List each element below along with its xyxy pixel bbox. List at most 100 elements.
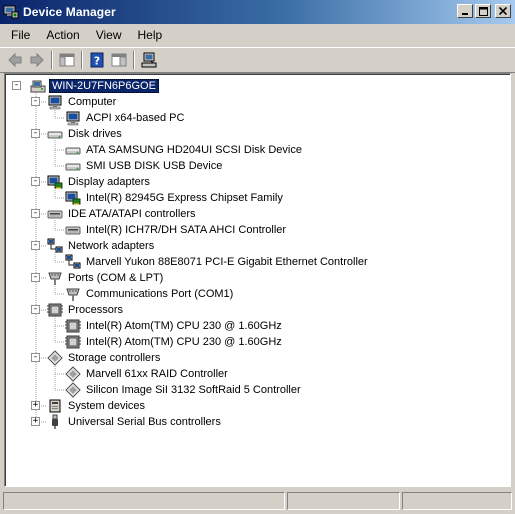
properties-button[interactable] bbox=[108, 50, 130, 70]
tree-item-label: Processors bbox=[68, 304, 124, 316]
back-button[interactable] bbox=[4, 50, 26, 70]
storage-controller-icon bbox=[65, 366, 81, 382]
tree-category-disk-drives[interactable]: Disk drives bbox=[47, 126, 124, 142]
menu-help[interactable]: Help bbox=[130, 28, 171, 42]
help-icon: ? bbox=[90, 52, 104, 68]
tree-root-label: WIN-2U7FN6P6GOE bbox=[49, 79, 159, 93]
tree-device-ata-samsung-hd204ui-scsi-disk-device[interactable]: ATA SAMSUNG HD204UI SCSI Disk Device bbox=[65, 142, 304, 158]
ide-controller-icon bbox=[65, 226, 81, 235]
tree-category-ide-ata-atapi-controllers[interactable]: IDE ATA/ATAPI controllers bbox=[47, 206, 198, 222]
tree-device-communications-port-com1[interactable]: Communications Port (COM1) bbox=[65, 286, 235, 302]
tree-category-system-devices[interactable]: System devices bbox=[47, 398, 147, 414]
tree-item-label: Computer bbox=[68, 96, 117, 108]
forward-button[interactable] bbox=[26, 50, 48, 70]
tree-item-label: SMI USB DISK USB Device bbox=[86, 160, 223, 172]
tree-category-display-adapters[interactable]: Display adapters bbox=[47, 174, 152, 190]
scan-hardware-changes-button[interactable] bbox=[138, 50, 160, 70]
collapse-toggle[interactable]: - bbox=[31, 209, 40, 218]
collapse-toggle[interactable]: - bbox=[31, 305, 40, 314]
status-pane-2 bbox=[286, 492, 401, 510]
tree-item-label: ACPI x64-based PC bbox=[86, 112, 185, 124]
processor-icon bbox=[47, 303, 63, 317]
device-tree[interactable]: - WIN-2U7FN6P6GOE - Computer ACPI x64-based … bbox=[4, 73, 511, 487]
menu-view[interactable]: View bbox=[88, 28, 130, 42]
tree-device-intel-r-atom-tm-cpu-230-1-60ghz[interactable]: Intel(R) Atom(TM) CPU 230 @ 1.60GHz bbox=[65, 334, 284, 350]
tree-item-label: Marvell 61xx RAID Controller bbox=[86, 368, 228, 380]
collapse-toggle[interactable]: - bbox=[31, 177, 40, 186]
menu-bar: File Action View Help bbox=[0, 24, 515, 46]
storage-controller-icon bbox=[65, 382, 81, 398]
tree-item-label: Storage controllers bbox=[68, 352, 161, 364]
tree-device-intel-r-ich7r-dh-sata-ahci-controller[interactable]: Intel(R) ICH7R/DH SATA AHCI Controller bbox=[65, 222, 288, 238]
tree-device-marvell-61xx-raid-controller[interactable]: Marvell 61xx RAID Controller bbox=[65, 366, 230, 382]
system-devices-icon bbox=[49, 399, 61, 413]
collapse-toggle[interactable]: - bbox=[31, 97, 40, 106]
toolbar-separator bbox=[51, 51, 53, 69]
help-button[interactable]: ? bbox=[86, 50, 108, 70]
menu-file[interactable]: File bbox=[3, 28, 38, 42]
toolbar-separator bbox=[133, 51, 135, 69]
show-hide-console-tree-button[interactable] bbox=[56, 50, 78, 70]
tree-item-label: System devices bbox=[68, 400, 146, 412]
disk-drive-icon bbox=[47, 131, 63, 139]
toolbar-separator bbox=[81, 51, 83, 69]
expand-toggle[interactable]: + bbox=[31, 401, 40, 410]
tree-item-label: Network adapters bbox=[68, 240, 155, 252]
computer-root-icon bbox=[30, 80, 46, 93]
status-pane-1 bbox=[3, 492, 285, 510]
close-button[interactable] bbox=[495, 4, 511, 18]
tree-category-processors[interactable]: Processors bbox=[47, 302, 125, 318]
tree-item-label: Intel(R) Atom(TM) CPU 230 @ 1.60GHz bbox=[86, 320, 282, 332]
tree-item-label: Intel(R) ICH7R/DH SATA AHCI Controller bbox=[86, 224, 287, 236]
menu-action[interactable]: Action bbox=[38, 28, 87, 42]
collapse-toggle[interactable]: - bbox=[12, 81, 21, 90]
disk-drive-icon bbox=[65, 163, 81, 171]
tree-item-label: Intel(R) Atom(TM) CPU 230 @ 1.60GHz bbox=[86, 336, 282, 348]
device-manager-icon bbox=[3, 5, 19, 19]
expand-toggle[interactable]: + bbox=[31, 417, 40, 426]
port-icon bbox=[66, 288, 80, 301]
tree-category-storage-controllers[interactable]: Storage controllers bbox=[47, 350, 162, 366]
display-adapter-icon bbox=[47, 175, 63, 189]
tree-device-smi-usb-disk-usb-device[interactable]: SMI USB DISK USB Device bbox=[65, 158, 224, 174]
close-icon bbox=[499, 7, 507, 15]
tree-root[interactable]: WIN-2U7FN6P6GOE bbox=[30, 78, 159, 94]
ide-controller-icon bbox=[47, 210, 63, 219]
tree-item-label: Ports (COM & LPT) bbox=[68, 272, 164, 284]
computer-icon bbox=[48, 95, 62, 110]
collapse-toggle[interactable]: - bbox=[31, 273, 40, 282]
window-title: Device Manager bbox=[23, 5, 116, 19]
tree-device-intel-r-atom-tm-cpu-230-1-60ghz[interactable]: Intel(R) Atom(TM) CPU 230 @ 1.60GHz bbox=[65, 318, 284, 334]
forward-arrow-icon bbox=[30, 52, 44, 68]
maximize-button[interactable] bbox=[475, 4, 491, 18]
properties-icon bbox=[111, 53, 127, 67]
tree-category-computer[interactable]: Computer bbox=[47, 94, 118, 110]
computer-icon bbox=[66, 111, 80, 126]
tree-device-silicon-image-sii-3132-softraid-5-controller[interactable]: Silicon Image SiI 3132 SoftRaid 5 Contro… bbox=[65, 382, 303, 398]
tree-device-acpi-x64-based-pc[interactable]: ACPI x64-based PC bbox=[65, 110, 186, 126]
tree-category-network-adapters[interactable]: Network adapters bbox=[47, 238, 156, 254]
collapse-toggle[interactable]: - bbox=[31, 353, 40, 362]
tree-device-intel-r-82945g-express-chipset-family[interactable]: Intel(R) 82945G Express Chipset Family bbox=[65, 190, 285, 206]
tree-category-universal-serial-bus-controllers[interactable]: Universal Serial Bus controllers bbox=[47, 414, 223, 430]
status-bar bbox=[0, 490, 515, 514]
minimize-button[interactable] bbox=[457, 4, 473, 18]
disk-drive-icon bbox=[65, 147, 81, 155]
status-pane-3 bbox=[402, 492, 512, 510]
back-arrow-icon bbox=[8, 52, 22, 68]
usb-icon bbox=[52, 414, 58, 429]
tree-item-label: Silicon Image SiI 3132 SoftRaid 5 Contro… bbox=[86, 384, 301, 396]
tree-item-label: Disk drives bbox=[68, 128, 122, 140]
collapse-toggle[interactable]: - bbox=[31, 241, 40, 250]
tree-item-label: Display adapters bbox=[68, 176, 150, 188]
tree-item-label: Marvell Yukon 88E8071 PCI-E Gigabit Ethe… bbox=[86, 256, 368, 268]
collapse-toggle[interactable]: - bbox=[31, 129, 40, 138]
port-icon bbox=[48, 272, 62, 285]
tree-category-ports-com-lpt[interactable]: Ports (COM & LPT) bbox=[47, 270, 165, 286]
network-adapter-icon bbox=[47, 238, 63, 253]
maximize-icon bbox=[478, 6, 488, 16]
minimize-icon bbox=[462, 13, 468, 15]
tree-item-label: Communications Port (COM1) bbox=[86, 288, 234, 300]
title-bar[interactable]: Device Manager bbox=[0, 0, 515, 24]
tree-device-marvell-yukon-88e8071-pci-e-gigabit-ethernet-controller[interactable]: Marvell Yukon 88E8071 PCI-E Gigabit Ethe… bbox=[65, 254, 370, 270]
